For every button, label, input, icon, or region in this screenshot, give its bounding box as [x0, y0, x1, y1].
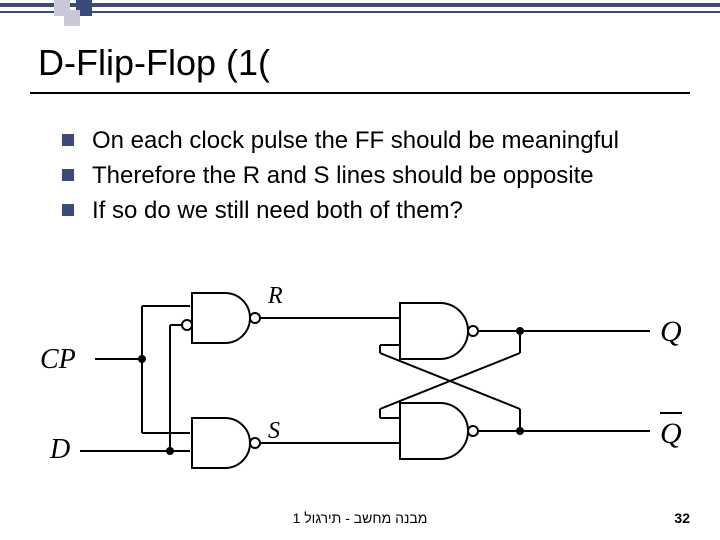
- label-q: Q: [660, 315, 682, 348]
- nand-gate: [192, 418, 250, 468]
- bullet-icon: [62, 204, 74, 216]
- label-qbar: Q: [660, 417, 682, 450]
- slide-header-decoration: [0, 0, 720, 30]
- bullet-text: On each clock pulse the FF should be mea…: [92, 125, 619, 156]
- nand-gate: [400, 403, 468, 459]
- label-s: S: [268, 418, 280, 444]
- list-item: On each clock pulse the FF should be mea…: [62, 125, 619, 156]
- label-r: R: [267, 283, 283, 309]
- bullet-text: If so do we still need both of them?: [92, 195, 463, 226]
- bullet-text: Therefore the R and S lines should be op…: [92, 160, 594, 191]
- label-cp: CP: [40, 344, 76, 375]
- list-item: Therefore the R and S lines should be op…: [62, 160, 619, 191]
- slide-title: D-Flip-Flop (1(: [38, 42, 270, 84]
- circuit-diagram: CP D R S Q Q: [30, 263, 692, 483]
- bullet-icon: [62, 134, 74, 146]
- bullet-list: On each clock pulse the FF should be mea…: [62, 125, 619, 231]
- title-underline: [30, 92, 690, 94]
- bullet-icon: [62, 169, 74, 181]
- label-d: D: [49, 434, 70, 465]
- list-item: If so do we still need both of them?: [62, 195, 619, 226]
- footer-text: מבנה מחשב - תירגול 1: [0, 510, 720, 526]
- nand-gate: [400, 303, 468, 359]
- page-number: 32: [674, 510, 690, 526]
- nand-gate: [192, 293, 250, 343]
